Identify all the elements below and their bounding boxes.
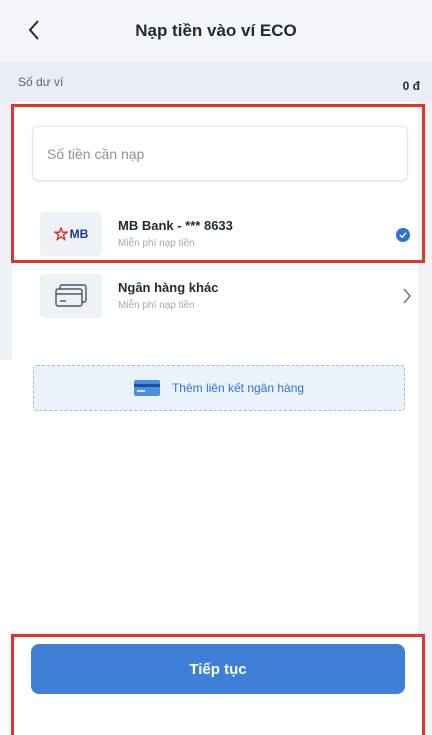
card-icon: [133, 380, 160, 396]
footer: Tiếp tục: [12, 636, 424, 735]
bank-option-other[interactable]: Ngân hàng khác Miễn phí nạp tiền: [40, 272, 420, 326]
continue-button[interactable]: Tiếp tục: [31, 644, 405, 694]
mb-bank-logo: MB: [40, 212, 102, 256]
left-edge: [0, 102, 12, 360]
bank-name: Ngân hàng khác: [118, 280, 219, 295]
amount-input[interactable]: [32, 126, 408, 181]
right-edge: [418, 0, 432, 735]
card-icon: [55, 284, 87, 307]
add-bank-link-button[interactable]: Thêm liên kết ngân hàng: [33, 365, 405, 411]
bank-name: MB Bank - *** 8633: [118, 218, 233, 233]
page-title: Nạp tiền vào ví ECO: [135, 21, 297, 40]
mb-logo-text: MB: [69, 227, 89, 241]
bank-card-logo: [40, 274, 102, 318]
add-bank-label: Thêm liên kết ngân hàng: [171, 381, 305, 395]
top-bar: Nạp tiền vào ví ECO: [0, 0, 432, 62]
star-icon: [53, 227, 68, 241]
balance-label: Số dư ví: [18, 75, 64, 89]
bank-option-mb[interactable]: MB MB Bank - *** 8633 Miễn phí nạp tiền: [40, 210, 420, 264]
chevron-right-icon: [403, 288, 411, 304]
bank-fee-note: Miễn phí nạp tiền: [118, 238, 195, 249]
balance-row: Số dư ví 0 đ: [0, 62, 432, 102]
bank-fee-note: Miễn phí nạp tiền: [118, 300, 195, 311]
balance-value: 0 đ: [402, 79, 420, 93]
check-icon: [396, 228, 410, 242]
